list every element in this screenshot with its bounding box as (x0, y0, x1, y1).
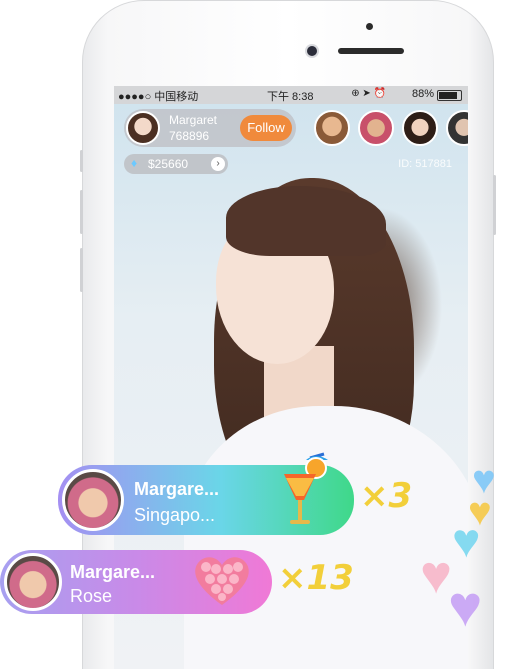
floating-heart-icon: ♥ (452, 515, 481, 568)
host-card[interactable]: Margaret 768896 Follow (124, 109, 296, 147)
battery-fill (439, 92, 458, 99)
floating-heart-icon: ♥ (448, 574, 483, 639)
gift-name: Singapo... (134, 505, 216, 525)
proximity-sensor (366, 23, 373, 30)
gift-sender-name: Margare... (70, 562, 156, 582)
cocktail-icon (284, 452, 328, 524)
gift-sender-avatar[interactable] (62, 469, 124, 531)
gift-sender-name: Margare... (134, 479, 220, 499)
gift-sender-avatar[interactable] (4, 553, 62, 611)
rotation-lock-icon: ⊕ (351, 88, 360, 99)
alarm-icon: ⏰ (373, 88, 386, 99)
viewer-avatar[interactable] (358, 110, 394, 146)
coin-balance-value: $25660 (148, 157, 189, 171)
host-name: Margaret (169, 113, 218, 127)
volume-down-button (80, 248, 83, 292)
viewer-avatar[interactable] (402, 110, 438, 146)
viewer-avatar[interactable] (446, 110, 468, 146)
host-id: 768896 (169, 129, 210, 143)
clock: 下午 8:38 (267, 91, 314, 103)
streamer-bangs (226, 186, 386, 256)
status-icons: ⊕ ➤ ⏰ (351, 88, 386, 99)
battery-percent: 88% (411, 88, 434, 100)
gift-multiplier: ×3 (360, 476, 413, 516)
front-camera (307, 46, 317, 56)
room-id: ID: 517881 (398, 158, 452, 170)
mute-switch (80, 150, 83, 172)
power-button (493, 175, 496, 235)
diamond-icon: ♦ (131, 156, 138, 170)
gift-name: Rose (70, 586, 113, 606)
coin-balance[interactable]: ♦ $25660 › (124, 154, 228, 174)
location-icon: ➤ (362, 88, 371, 99)
rose-heart-icon (195, 557, 249, 605)
volume-up-button (80, 190, 83, 234)
status-bar: ●●●●○ 中国移动 下午 8:38 ⊕ ➤ ⏰ 88% (114, 86, 468, 104)
streamer-shirt (184, 406, 468, 669)
host-avatar[interactable] (126, 111, 160, 145)
carrier-label: ●●●●○ 中国移动 (118, 91, 199, 103)
follow-button[interactable]: Follow (240, 115, 292, 141)
viewer-avatar[interactable] (314, 110, 350, 146)
gift-multiplier: ×13 (278, 558, 354, 598)
battery-icon (437, 90, 462, 101)
earpiece-speaker (338, 48, 404, 54)
chevron-right-icon[interactable]: › (211, 157, 225, 171)
